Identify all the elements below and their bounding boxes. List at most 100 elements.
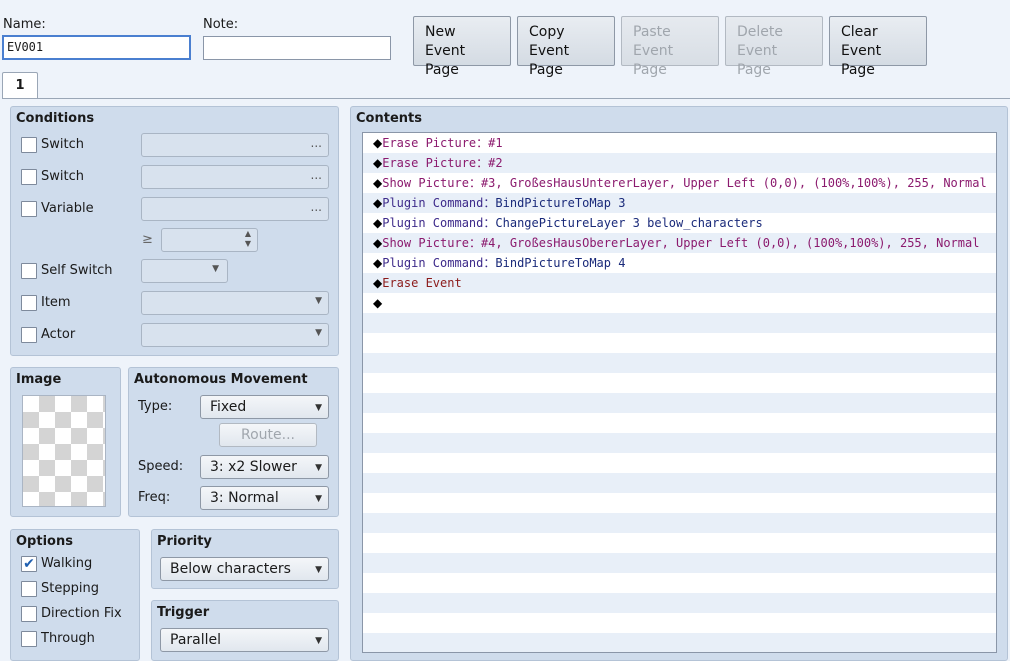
command-name: Plugin Command — [382, 256, 484, 270]
ellipsis-icon: ... — [310, 200, 322, 214]
empty-row[interactable] — [363, 513, 996, 533]
movement-speed-select[interactable]: 3: x2 Slower ▼ — [200, 455, 329, 479]
diamond-marker-icon: ◆ — [373, 216, 383, 230]
variable-value-spinner[interactable]: ▲ ▼ — [161, 228, 258, 252]
command-row[interactable]: ◆Plugin Command：BindPictureToMap 3 — [363, 193, 996, 213]
empty-row[interactable] — [363, 613, 996, 633]
image-title: Image — [16, 372, 62, 387]
walking-label: Walking — [41, 556, 93, 571]
chevron-down-icon: ▼ — [315, 463, 322, 473]
paste-event-page-button[interactable]: Paste Event Page — [621, 16, 719, 78]
command-args: BindPictureToMap 3 — [495, 196, 626, 210]
tab-divider — [2, 98, 1010, 99]
ellipsis-icon: ... — [310, 136, 322, 150]
diamond-marker-icon: ◆ — [373, 136, 383, 150]
actor-label: Actor — [41, 327, 76, 342]
spin-up-icon[interactable]: ▲ — [245, 229, 251, 238]
item-checkbox[interactable] — [21, 295, 37, 311]
empty-row[interactable] — [363, 593, 996, 613]
command-row[interactable]: ◆Show Picture：#3, GroßesHausUntererLayer… — [363, 173, 996, 193]
copy-event-page-button[interactable]: Copy Event Page — [517, 16, 615, 78]
chevron-down-icon: ▼ — [315, 328, 322, 338]
switch2-label: Switch — [41, 169, 84, 184]
movement-type-value: Fixed — [210, 399, 247, 415]
self-switch-checkbox[interactable] — [21, 263, 37, 279]
delete-event-page-button[interactable]: Delete Event Page — [725, 16, 823, 78]
command-row[interactable]: ◆ — [363, 293, 996, 313]
empty-row[interactable] — [363, 573, 996, 593]
variable-label: Variable — [41, 201, 94, 216]
chevron-down-icon: ▼ — [315, 403, 322, 413]
command-name: Plugin Command — [382, 196, 484, 210]
empty-row[interactable] — [363, 433, 996, 453]
item-label: Item — [41, 295, 71, 310]
empty-row[interactable] — [363, 313, 996, 333]
command-separator: ： — [483, 256, 496, 270]
chevron-down-icon: ▼ — [315, 494, 322, 504]
chevron-down-icon: ▼ — [315, 565, 322, 575]
ge-sign: ≥ — [142, 232, 153, 247]
variable-field[interactable]: ... — [141, 197, 329, 221]
diamond-marker-icon: ◆ — [373, 156, 383, 170]
command-args: BindPictureToMap 4 — [495, 256, 626, 270]
switch1-checkbox[interactable] — [21, 137, 37, 153]
event-image-preview[interactable] — [22, 395, 106, 507]
diamond-marker-icon: ◆ — [373, 196, 383, 210]
chevron-down-icon: ▼ — [212, 264, 219, 274]
spin-down-icon[interactable]: ▼ — [245, 239, 251, 248]
diamond-marker-icon: ◆ — [373, 176, 383, 190]
command-row[interactable]: ◆Erase Picture：#1 — [363, 133, 996, 153]
self-switch-label: Self Switch — [41, 263, 113, 278]
switch2-checkbox[interactable] — [21, 169, 37, 185]
through-checkbox[interactable] — [21, 631, 37, 647]
clear-event-page-button[interactable]: Clear Event Page — [829, 16, 927, 78]
new-event-page-button[interactable]: New Event Page — [413, 16, 511, 78]
command-name: Erase Picture — [382, 156, 477, 170]
priority-title: Priority — [157, 534, 212, 549]
checkmark-icon: ✔ — [23, 556, 35, 572]
actor-checkbox[interactable] — [21, 327, 37, 343]
command-name: Show Picture — [382, 236, 469, 250]
actor-select[interactable]: ▼ — [141, 323, 329, 347]
empty-row[interactable] — [363, 553, 996, 573]
command-list[interactable]: ◆Erase Picture：#1 ◆Erase Picture：#2 ◆Show … — [362, 132, 997, 653]
command-name: Erase Event — [382, 276, 462, 290]
empty-row[interactable] — [363, 353, 996, 373]
command-row[interactable]: ◆Plugin Command：ChangePictureLayer 3 bel… — [363, 213, 996, 233]
empty-row[interactable] — [363, 413, 996, 433]
note-field[interactable] — [203, 36, 391, 60]
item-select[interactable]: ▼ — [141, 291, 329, 315]
command-args: #2 — [488, 156, 503, 170]
command-name: Show Picture — [382, 176, 469, 190]
empty-row[interactable] — [363, 393, 996, 413]
priority-select[interactable]: Below characters ▼ — [160, 557, 329, 581]
empty-row[interactable] — [363, 333, 996, 353]
movement-freq-value: 3: Normal — [210, 490, 279, 506]
empty-row[interactable] — [363, 533, 996, 553]
command-args: #4, GroßesHausObererLayer, Upper Left (0… — [480, 236, 980, 250]
empty-row[interactable] — [363, 633, 996, 652]
name-field[interactable]: EV001 — [2, 35, 191, 60]
walking-checkbox[interactable]: ✔ — [21, 556, 37, 572]
name-label: Name: — [3, 17, 46, 32]
movement-freq-select[interactable]: 3: Normal ▼ — [200, 486, 329, 510]
movement-type-select[interactable]: Fixed ▼ — [200, 395, 329, 419]
command-row[interactable]: ◆Erase Event — [363, 273, 996, 293]
command-row[interactable]: ◆Plugin Command：BindPictureToMap 4 — [363, 253, 996, 273]
empty-row[interactable] — [363, 493, 996, 513]
command-row[interactable]: ◆Show Picture：#4, GroßesHausObererLayer,… — [363, 233, 996, 253]
stepping-checkbox[interactable] — [21, 581, 37, 597]
empty-row[interactable] — [363, 453, 996, 473]
variable-checkbox[interactable] — [21, 201, 37, 217]
tab-page-1[interactable]: 1 — [2, 72, 38, 99]
command-row[interactable]: ◆Erase Picture：#2 — [363, 153, 996, 173]
empty-row[interactable] — [363, 473, 996, 493]
self-switch-select[interactable]: ▼ — [141, 259, 228, 283]
direction-fix-checkbox[interactable] — [21, 606, 37, 622]
switch2-field[interactable]: ... — [141, 165, 329, 189]
empty-row[interactable] — [363, 373, 996, 393]
switch1-field[interactable]: ... — [141, 133, 329, 157]
route-button[interactable]: Route... — [219, 423, 317, 447]
trigger-select[interactable]: Parallel ▼ — [160, 628, 329, 652]
diamond-marker-icon: ◆ — [373, 256, 383, 270]
